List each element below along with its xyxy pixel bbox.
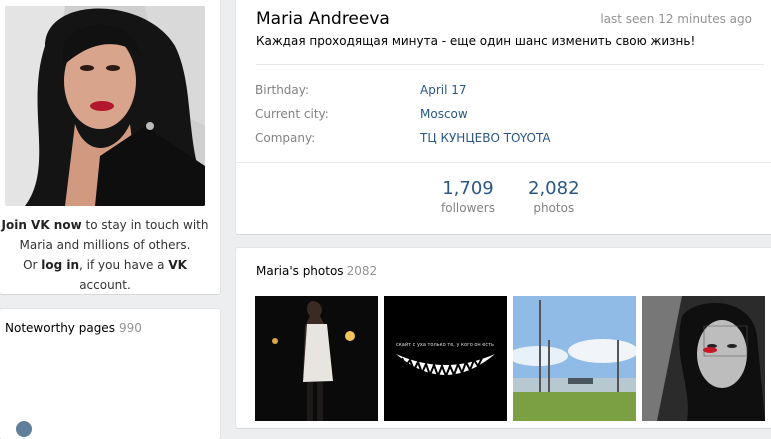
join-text-3c: account. xyxy=(79,278,131,292)
photo-caption: скайт с уха только те, у кого он есть xyxy=(396,341,494,348)
join-text-3a: Or xyxy=(23,258,42,272)
photo-thumbnail[interactable] xyxy=(642,296,765,421)
noteworthy-pages-header[interactable]: Noteworthy pages 990 xyxy=(5,321,142,335)
city-value[interactable]: Moscow xyxy=(420,107,468,121)
noteworthy-pages-card: Noteworthy pages 990 xyxy=(0,309,220,439)
followers-count: 1,709 xyxy=(442,178,494,199)
followers-counter[interactable]: 1,709 followers xyxy=(441,178,495,215)
company-value[interactable]: ТЦ КУНЦЕВО TOYOTA xyxy=(420,131,551,145)
birthday-value[interactable]: April 17 xyxy=(420,83,467,97)
photos-header[interactable]: Maria's photos 2082 xyxy=(256,264,377,278)
noteworthy-pages-title: Noteworthy pages xyxy=(5,321,115,335)
profile-photo-card: Join VK now to stay in touch with Maria … xyxy=(0,0,220,294)
join-text-2: Maria and millions of others. xyxy=(19,238,191,252)
city-label: Current city: xyxy=(255,107,329,121)
photos-counter[interactable]: 2,082 photos xyxy=(528,178,580,215)
company-label: Company: xyxy=(255,131,316,145)
photos-label: photos xyxy=(533,201,575,215)
profile-avatar[interactable] xyxy=(5,6,205,206)
join-vk-link[interactable]: Join VK now xyxy=(2,218,82,232)
photos-count: 2,082 xyxy=(528,178,580,199)
photo-thumbnail[interactable]: скайт с уха только те, у кого он есть xyxy=(384,296,507,421)
photos-card: Maria's photos 2082 скайт с уха только те… xyxy=(236,248,771,428)
profile-status-text: Каждая проходящая минута - еще один шанс… xyxy=(256,34,696,48)
photo-thumbnail[interactable] xyxy=(255,296,378,421)
divider xyxy=(236,162,771,163)
divider xyxy=(256,64,764,65)
vk-brand-text: VK xyxy=(168,258,187,272)
join-vk-prompt: Join VK now to stay in touch with Maria … xyxy=(0,215,210,295)
noteworthy-page-avatar[interactable] xyxy=(16,421,32,437)
profile-name: Maria Andreeva xyxy=(256,9,390,29)
join-text-3b: , if you have a xyxy=(79,258,169,272)
photos-total-count: 2082 xyxy=(346,264,378,278)
birthday-label: Birthday: xyxy=(255,83,310,97)
photos-title: Maria's photos xyxy=(256,264,344,278)
last-seen-status: last seen 12 minutes ago xyxy=(600,12,752,26)
profile-info-card: Maria Andreeva last seen 12 minutes ago … xyxy=(236,0,771,234)
followers-label: followers xyxy=(441,201,495,215)
noteworthy-pages-count: 990 xyxy=(118,321,142,335)
photo-thumbnail[interactable] xyxy=(513,296,636,421)
join-text-1: to stay in touch with xyxy=(81,218,209,232)
log-in-link[interactable]: log in xyxy=(41,258,79,272)
